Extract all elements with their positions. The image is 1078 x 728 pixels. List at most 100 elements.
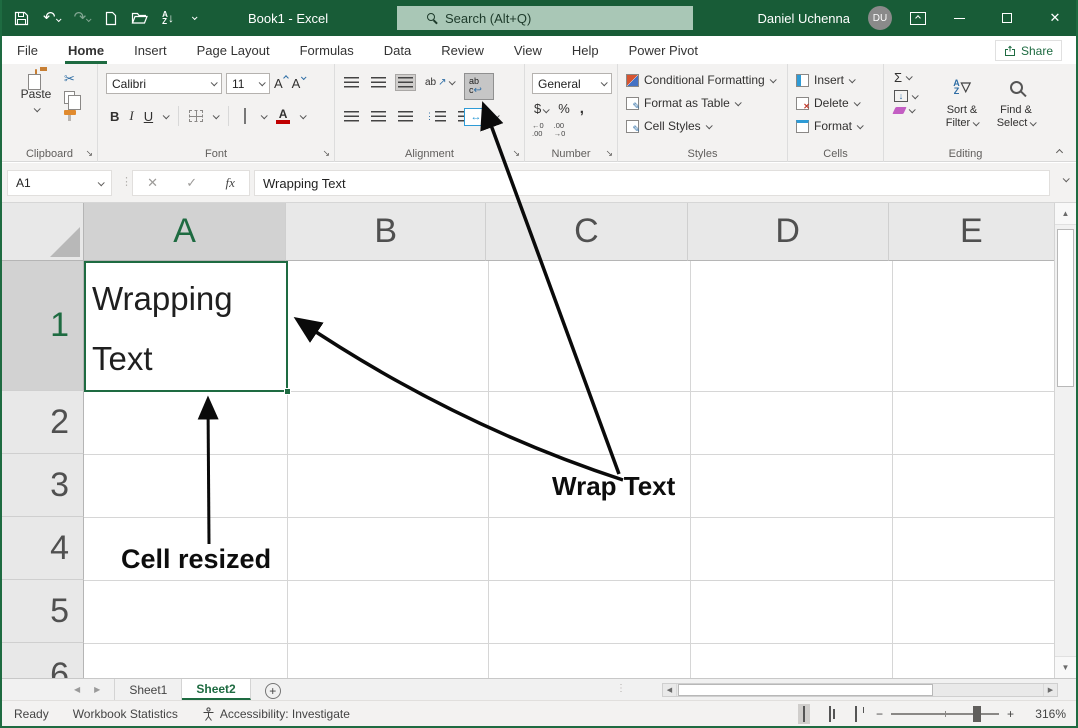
zoom-slider-thumb[interactable] (973, 706, 981, 722)
vertical-scrollbar[interactable]: ▲ ▼ (1054, 203, 1076, 678)
fill-handle[interactable] (284, 388, 291, 395)
horizontal-scrollbar-thumb[interactable] (678, 684, 933, 696)
align-right-button[interactable] (395, 108, 416, 125)
cut-icon[interactable]: ✂ (64, 72, 75, 85)
user-name[interactable]: Daniel Uchenna (757, 11, 850, 26)
copy-icon[interactable] (64, 91, 75, 104)
autosum-button[interactable]: Σ (894, 70, 917, 85)
alignment-dialog-launcher-icon[interactable]: ↘ (512, 148, 520, 159)
row-header-5[interactable]: 5 (2, 580, 84, 643)
new-file-icon[interactable] (104, 11, 117, 26)
insert-function-icon[interactable]: fx (225, 175, 234, 191)
tab-formulas[interactable]: Formulas (285, 36, 369, 64)
font-dialog-launcher-icon[interactable]: ↘ (322, 148, 330, 159)
zoom-in-button[interactable]: + (1007, 707, 1014, 721)
currency-button[interactable]: $ (534, 101, 548, 116)
accessibility-button[interactable]: Accessibility: Investigate (190, 707, 362, 721)
paste-chevron-icon[interactable] (33, 105, 40, 112)
select-all-corner[interactable] (2, 203, 84, 261)
sort-filter-button[interactable]: AZ▽ Sort &Filter (936, 70, 988, 130)
fill-color-icon[interactable] (239, 109, 251, 123)
merge-center-button[interactable]: ↔ (464, 108, 488, 126)
font-name-select[interactable]: Calibri (106, 73, 222, 94)
column-header-a[interactable]: A (84, 203, 286, 261)
column-header-d[interactable]: D (688, 203, 889, 261)
comma-style-button[interactable]: , (580, 100, 584, 117)
sheet-nav-left-icon[interactable]: ◀ (74, 685, 80, 694)
share-button[interactable]: Share (995, 40, 1062, 61)
zoom-level[interactable]: 316% (1028, 707, 1066, 721)
scroll-up-icon[interactable]: ▲ (1055, 203, 1076, 225)
workbook-statistics-button[interactable]: Workbook Statistics (61, 707, 190, 721)
undo-button[interactable]: ↶ (43, 9, 60, 27)
sort-ascending-icon[interactable]: AZ↓ (162, 11, 174, 25)
bottom-align-button[interactable] (395, 74, 416, 91)
shrink-font-button[interactable]: A (292, 76, 306, 91)
customize-qat-chevron-icon[interactable] (192, 14, 198, 20)
number-dialog-launcher-icon[interactable]: ↘ (605, 148, 613, 159)
fill-button[interactable]: ↓ (894, 90, 917, 102)
horizontal-scrollbar[interactable]: ◀ ▶ (662, 683, 1058, 697)
paste-button[interactable]: Paste (14, 70, 58, 115)
decrease-indent-button[interactable]: ⋮ (422, 108, 449, 125)
scroll-left-icon[interactable]: ◀ (663, 684, 677, 696)
tab-power-pivot[interactable]: Power Pivot (614, 36, 713, 64)
tab-file[interactable]: File (2, 36, 53, 64)
zoom-slider[interactable] (891, 713, 999, 715)
vertical-scrollbar-thumb[interactable] (1057, 229, 1074, 387)
format-painter-icon[interactable] (64, 110, 76, 115)
tab-insert[interactable]: Insert (119, 36, 182, 64)
clear-button[interactable] (894, 107, 917, 114)
tab-view[interactable]: View (499, 36, 557, 64)
column-header-e[interactable]: E (889, 203, 1054, 261)
tab-data[interactable]: Data (369, 36, 426, 64)
find-select-button[interactable]: Find &Select (990, 70, 1042, 130)
row-header-4[interactable]: 4 (2, 517, 84, 580)
active-cell-a1[interactable]: Wrapping Text (84, 261, 288, 392)
avatar[interactable]: DU (868, 6, 892, 30)
tab-home[interactable]: Home (53, 36, 119, 64)
formula-input[interactable]: Wrapping Text (254, 170, 1050, 196)
tab-review[interactable]: Review (426, 36, 499, 64)
sheet-tab-sheet2[interactable]: Sheet2 (182, 679, 250, 700)
cell-styles-button[interactable]: ✎Cell Styles (626, 119, 711, 133)
sheetbar-splitter[interactable]: ⋮ (616, 683, 626, 694)
percent-button[interactable]: % (558, 101, 570, 116)
row-header-2[interactable]: 2 (2, 391, 84, 454)
increase-decimal-button[interactable]: ←0.00 (532, 122, 544, 138)
clipboard-dialog-launcher-icon[interactable]: ↘ (85, 148, 93, 159)
page-break-view-button[interactable] (850, 704, 862, 724)
font-size-select[interactable]: 11 (226, 73, 270, 94)
font-color-icon[interactable]: A (276, 109, 290, 124)
enter-icon[interactable]: ✓ (186, 175, 197, 191)
italic-button[interactable]: I (129, 108, 133, 124)
merge-center-chevron-icon[interactable] (493, 112, 500, 119)
underline-chevron-icon[interactable] (163, 112, 170, 119)
format-cells-button[interactable]: Format (796, 119, 862, 133)
fill-color-chevron-icon[interactable] (261, 112, 268, 119)
number-format-select[interactable]: General (532, 73, 612, 94)
format-as-table-button[interactable]: ✎Format as Table (626, 96, 740, 110)
column-header-b[interactable]: B (286, 203, 486, 261)
delete-cells-button[interactable]: Delete (796, 96, 859, 110)
scroll-down-icon[interactable]: ▼ (1055, 656, 1076, 678)
search-bar[interactable] (397, 6, 693, 30)
underline-button[interactable]: U (144, 109, 153, 124)
column-header-c[interactable]: C (486, 203, 687, 261)
scroll-right-icon[interactable]: ▶ (1043, 684, 1057, 696)
normal-view-button[interactable] (798, 704, 810, 724)
sheet-tab-sheet1[interactable]: Sheet1 (114, 679, 182, 700)
sheet-nav-right-icon[interactable]: ▶ (94, 685, 100, 694)
align-left-button[interactable] (341, 108, 362, 125)
top-align-button[interactable] (341, 74, 362, 91)
decrease-decimal-button[interactable]: .00→0 (554, 122, 566, 138)
row-header-3[interactable]: 3 (2, 454, 84, 517)
ribbon-display-options-icon[interactable] (910, 12, 926, 25)
save-icon[interactable] (14, 11, 29, 26)
formula-bar-splitter[interactable]: ⋮ (121, 175, 132, 188)
orientation-button[interactable]: ab↗ (422, 74, 457, 91)
expand-formula-bar-chevron-icon[interactable] (1063, 175, 1070, 182)
borders-icon[interactable] (189, 110, 203, 122)
search-input[interactable] (445, 11, 675, 26)
row-header-1[interactable]: 1 (2, 261, 84, 391)
